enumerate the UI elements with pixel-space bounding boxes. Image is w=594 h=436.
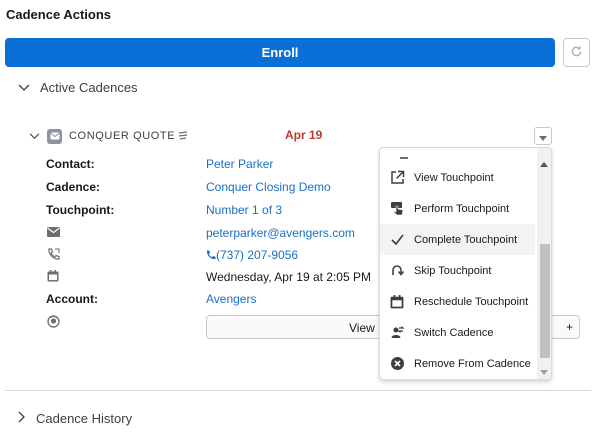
menu-item-label: Complete Touchpoint (414, 233, 518, 246)
account-link[interactable]: Avengers (206, 292, 256, 306)
phone-icon (206, 249, 216, 263)
owner-icon (46, 314, 60, 328)
page-title: Cadence Actions (6, 7, 111, 22)
due-datetime: Wednesday, Apr 19 at 2:05 PM (206, 270, 371, 284)
menu-item-view-touchpoint[interactable]: View Touchpoint (380, 162, 535, 193)
contact-label: Contact: (46, 157, 95, 171)
phone-number: (737) 207-9056 (216, 248, 299, 262)
menu-item-label: Remove From Cadence (414, 357, 531, 370)
cadence-label: Cadence: (46, 180, 101, 194)
cadence-link[interactable]: Conquer Closing Demo (206, 180, 331, 194)
scroll-thumb[interactable] (540, 244, 550, 358)
menu-item-label: Switch Cadence (414, 326, 494, 339)
touch-icon (389, 201, 405, 217)
phone-link[interactable]: (737) 207-9056 (206, 248, 298, 263)
skip-icon (389, 263, 405, 279)
menu-scrollbar[interactable] (537, 148, 551, 379)
remove-icon (389, 356, 405, 372)
external-link-icon (389, 170, 405, 186)
add-button[interactable]: + (566, 320, 573, 334)
menu-item-label: Perform Touchpoint (414, 202, 510, 215)
account-label: Account: (46, 292, 98, 306)
scroll-down-arrow-icon[interactable] (540, 363, 548, 378)
cadence-name: CONQUER QUOTE (69, 130, 176, 142)
active-cadences-toggle[interactable]: Active Cadences (18, 80, 138, 95)
contact-link[interactable]: Peter Parker (206, 157, 273, 171)
menu-item-label: Reschedule Touchpoint (414, 295, 529, 308)
priority-icon (178, 129, 188, 144)
email-icon (46, 225, 60, 239)
enroll-button[interactable]: Enroll (5, 38, 555, 67)
menu-item-perform-touchpoint[interactable]: Perform Touchpoint (380, 193, 535, 224)
switch-icon (389, 325, 405, 341)
calendar-icon (46, 269, 60, 283)
email-cadence-icon (47, 128, 62, 144)
touchpoint-link[interactable]: Number 1 of 3 (206, 203, 282, 217)
cadence-history-toggle[interactable]: Cadence History (18, 411, 132, 426)
chevron-right-icon (18, 411, 26, 426)
menu-item-skip-touchpoint[interactable]: Skip Touchpoint (380, 255, 535, 286)
menu-item-reschedule-touchpoint[interactable]: Reschedule Touchpoint (380, 286, 535, 317)
email-link[interactable]: peterparker@avengers.com (206, 226, 355, 240)
chevron-down-icon (18, 80, 30, 95)
refresh-button[interactable] (563, 38, 590, 67)
cadence-actions-dropdown: View Touchpoint Perform Touchpoint Compl… (379, 147, 552, 380)
call-log-icon (46, 247, 60, 261)
cadence-actions-menu-button[interactable] (534, 127, 552, 145)
check-icon (389, 232, 405, 248)
touchpoint-label: Touchpoint: (46, 203, 115, 217)
calendar-icon (389, 294, 405, 310)
chevron-down-icon[interactable] (29, 132, 41, 140)
cadence-row: CONQUER QUOTE Apr 19 (29, 127, 556, 145)
menu-item-remove-from-cadence[interactable]: Remove From Cadence (380, 348, 535, 379)
partial-item-icon (400, 148, 408, 159)
menu-item-label: Skip Touchpoint (414, 264, 492, 277)
cadence-due-date: Apr 19 (285, 128, 323, 142)
scroll-up-arrow-icon[interactable] (540, 155, 548, 170)
refresh-icon (570, 45, 583, 61)
active-cadences-label: Active Cadences (40, 80, 138, 95)
caret-down-icon (539, 129, 547, 144)
cadence-history-label: Cadence History (36, 411, 133, 426)
divider (5, 390, 591, 391)
menu-item-switch-cadence[interactable]: Switch Cadence (380, 317, 535, 348)
menu-item-label: View Touchpoint (414, 171, 494, 184)
menu-item-complete-touchpoint[interactable]: Complete Touchpoint (380, 224, 535, 255)
